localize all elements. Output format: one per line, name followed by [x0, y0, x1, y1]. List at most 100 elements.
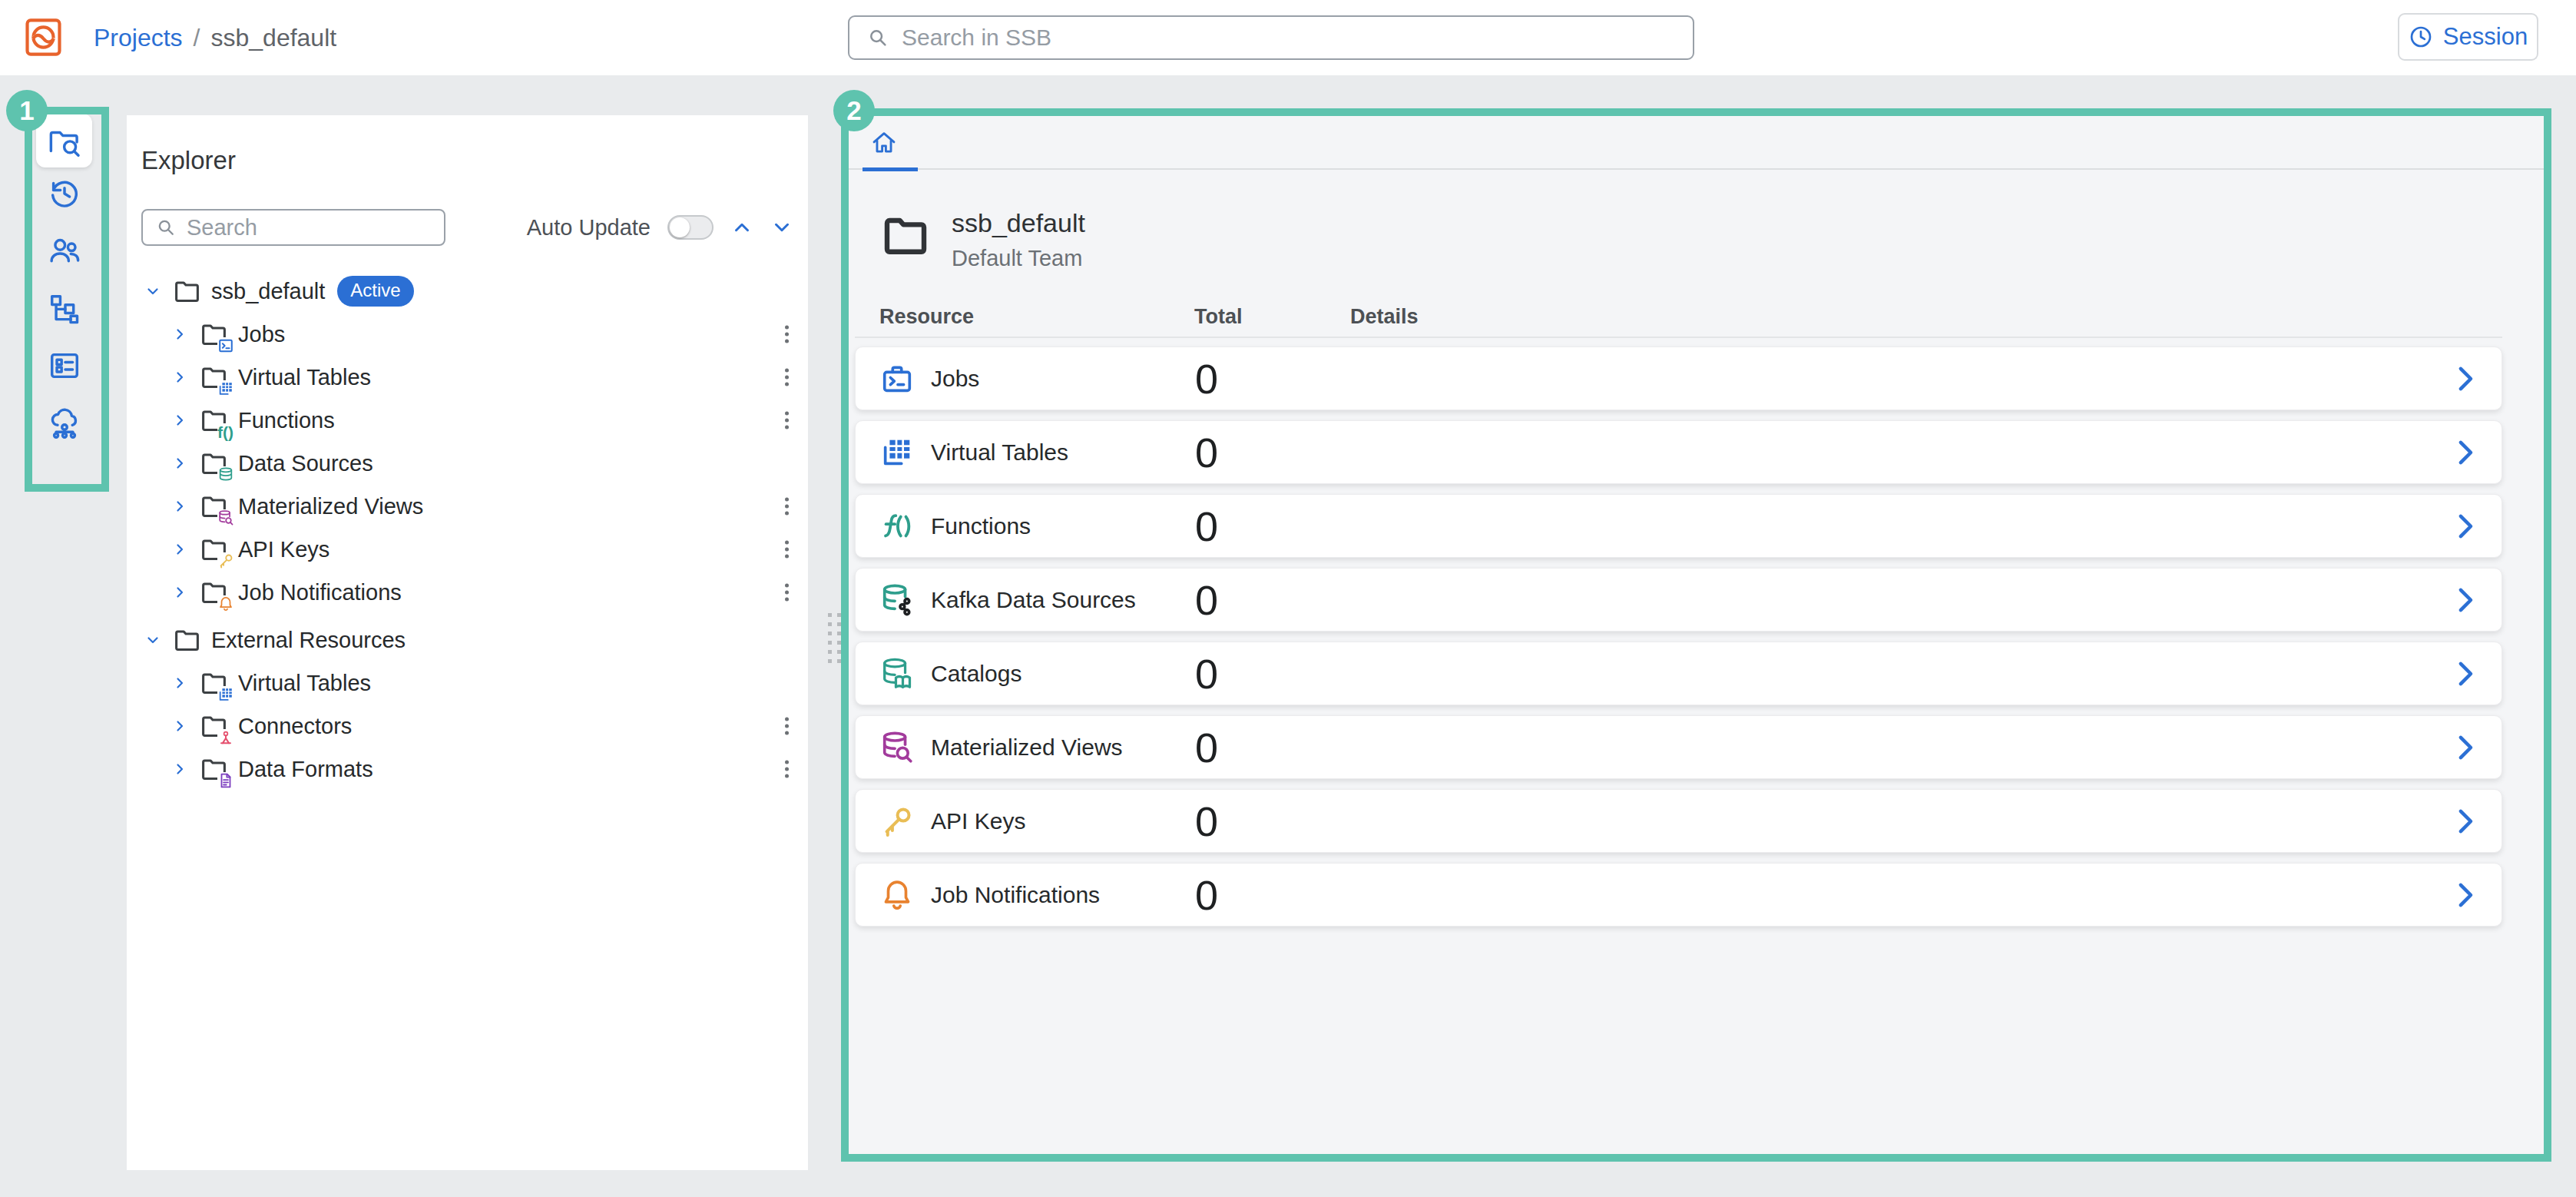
tree-item[interactable]: Data Formats	[127, 748, 808, 791]
tree-item-label: Materialized Views	[238, 494, 423, 519]
folder-icon	[200, 579, 228, 607]
rail-forms-icon[interactable]	[47, 348, 82, 383]
resource-total: 0	[1195, 871, 1218, 919]
folder-icon	[200, 536, 228, 564]
resource-row[interactable]: Job Notifications 0	[855, 863, 2502, 927]
annotation-badge-2: 2	[833, 90, 875, 131]
resource-row[interactable]: API Keys 0	[855, 789, 2502, 853]
kebab-menu-icon[interactable]	[785, 538, 790, 562]
bell-icon	[879, 877, 915, 913]
dbmag-icon	[879, 730, 915, 765]
status-badge: Active	[337, 276, 413, 307]
resource-row[interactable]: Catalogs 0	[855, 642, 2502, 705]
tree-item-label: Connectors	[238, 714, 352, 739]
resource-label: Job Notifications	[931, 882, 1100, 908]
tree-item-label: ssb_default	[211, 279, 325, 304]
rail-lineage-icon[interactable]	[47, 291, 82, 327]
expand-down-icon[interactable]	[770, 216, 793, 239]
chevron-right-icon[interactable]	[171, 411, 189, 429]
chevron-right-icon[interactable]	[2449, 731, 2482, 764]
tree-item[interactable]: ssb_default Active	[127, 270, 808, 313]
kafka-icon	[879, 582, 915, 618]
terminal-icon	[217, 337, 234, 354]
tree-item-label: Jobs	[238, 322, 285, 347]
kebab-menu-icon[interactable]	[785, 495, 790, 519]
rail-explorer-icon[interactable]	[47, 125, 82, 161]
column-header-details: Details	[1350, 305, 1419, 329]
chevron-right-icon[interactable]	[2449, 510, 2482, 542]
kebab-menu-icon[interactable]	[785, 323, 790, 346]
tree-item[interactable]: Materialized Views	[127, 485, 808, 528]
tree-item[interactable]: API Keys	[127, 528, 808, 571]
chevron-right-icon[interactable]	[171, 583, 189, 602]
global-search-input[interactable]: Search in SSB	[848, 15, 1694, 60]
chevron-down-icon[interactable]	[144, 631, 162, 649]
vtable-icon	[879, 435, 915, 470]
plug-icon	[217, 729, 234, 746]
chevron-down-icon[interactable]	[144, 282, 162, 300]
chevron-right-icon[interactable]	[2449, 879, 2482, 911]
chevron-right-icon[interactable]	[171, 497, 189, 516]
explorer-title: Explorer	[141, 146, 236, 175]
resource-row[interactable]: Functions 0	[855, 494, 2502, 558]
collapse-up-icon[interactable]	[730, 216, 753, 239]
search-icon	[866, 26, 889, 49]
kebab-menu-icon[interactable]	[785, 758, 790, 781]
chevron-right-icon[interactable]	[2449, 436, 2482, 469]
breadcrumb: Projects / ssb_default	[94, 0, 336, 75]
explorer-search-input[interactable]: Search	[141, 209, 445, 246]
rail-history-icon[interactable]	[47, 176, 82, 211]
search-icon	[155, 217, 177, 238]
tree-item[interactable]: External Resources	[127, 618, 808, 662]
app-logo-icon[interactable]	[23, 17, 64, 58]
chevron-right-icon[interactable]	[171, 674, 189, 692]
resource-label: Kafka Data Sources	[931, 587, 1136, 613]
tree-item[interactable]: Virtual Tables	[127, 356, 808, 399]
tree-item-label: Functions	[238, 408, 335, 433]
chevron-right-icon[interactable]	[2449, 584, 2482, 616]
kebab-menu-icon[interactable]	[785, 581, 790, 605]
chevron-right-icon[interactable]	[171, 325, 189, 343]
folder-icon	[200, 712, 228, 741]
tree-item[interactable]: f() Functions	[127, 399, 808, 442]
rail-users-icon[interactable]	[47, 233, 82, 268]
tree-item-label: External Resources	[211, 628, 406, 653]
project-name: ssb_default	[952, 208, 1085, 238]
chevron-right-icon[interactable]	[2449, 363, 2482, 395]
resource-row[interactable]: Kafka Data Sources 0	[855, 568, 2502, 632]
tree-item-label: Data Formats	[238, 757, 373, 782]
resource-total: 0	[1195, 724, 1218, 771]
chevron-right-icon[interactable]	[171, 454, 189, 472]
rail-cloud-network-icon[interactable]	[47, 406, 82, 441]
breadcrumb-current: ssb_default	[210, 24, 336, 52]
breadcrumb-projects-link[interactable]: Projects	[94, 24, 183, 52]
resource-row[interactable]: Materialized Views 0	[855, 715, 2502, 779]
resource-total: 0	[1195, 502, 1218, 550]
resource-total: 0	[1195, 355, 1218, 403]
chevron-right-icon[interactable]	[171, 760, 189, 778]
resource-row[interactable]: Virtual Tables 0	[855, 420, 2502, 484]
project-folder-icon	[881, 211, 930, 260]
auto-update-label: Auto Update	[527, 215, 651, 240]
chevron-right-icon[interactable]	[171, 717, 189, 735]
tree-item[interactable]: Data Sources	[127, 442, 808, 485]
home-icon	[869, 128, 899, 158]
resource-label: Virtual Tables	[931, 439, 1068, 466]
kebab-menu-icon[interactable]	[785, 715, 790, 738]
chevron-right-icon[interactable]	[171, 368, 189, 386]
tree-item[interactable]: Jobs	[127, 313, 808, 356]
kebab-menu-icon[interactable]	[785, 366, 790, 390]
db-icon	[217, 466, 234, 483]
session-button[interactable]: Session	[2398, 13, 2538, 61]
chevron-right-icon[interactable]	[2449, 658, 2482, 690]
resource-row[interactable]: Jobs 0	[855, 346, 2502, 410]
panel-resize-handle[interactable]	[828, 613, 841, 663]
tree-item[interactable]: Job Notifications	[127, 571, 808, 614]
auto-update-toggle[interactable]	[667, 215, 714, 240]
dbmag-icon	[217, 509, 234, 526]
tree-item[interactable]: Connectors	[127, 705, 808, 748]
chevron-right-icon[interactable]	[2449, 805, 2482, 837]
kebab-menu-icon[interactable]	[785, 409, 790, 433]
tree-item[interactable]: Virtual Tables	[127, 662, 808, 705]
chevron-right-icon[interactable]	[171, 540, 189, 559]
